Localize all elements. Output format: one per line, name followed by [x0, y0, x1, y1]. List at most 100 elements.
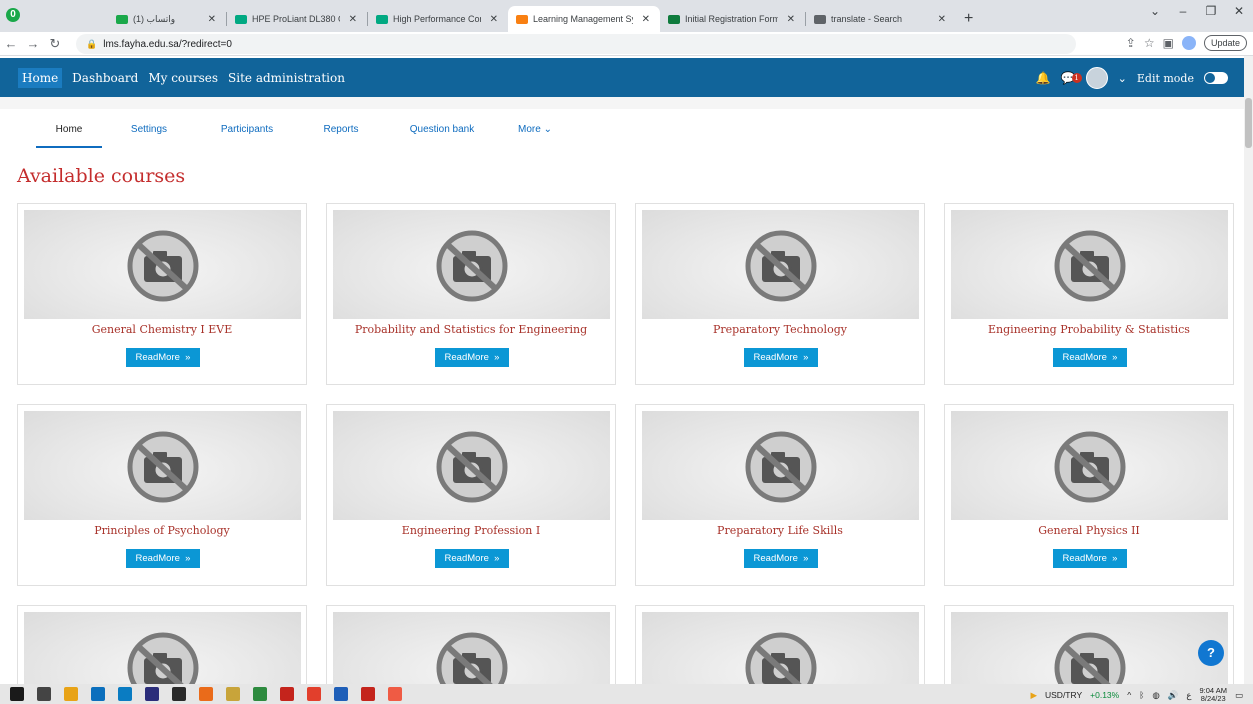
volume-icon[interactable]: 🔊 [1168, 690, 1179, 701]
course-image[interactable] [333, 210, 610, 319]
course-title[interactable]: General Chemistry I EVE [18, 323, 306, 336]
taskbar-app-icon[interactable] [199, 687, 213, 701]
back-icon[interactable]: ← [0, 36, 22, 51]
tab-close-icon[interactable]: ✕ [208, 14, 216, 25]
course-image[interactable] [24, 210, 301, 319]
ticker-icon: ▶ [1030, 689, 1037, 700]
tab-close-icon[interactable]: ✕ [349, 14, 357, 25]
course-title[interactable]: General Physics II [945, 524, 1233, 537]
taskbar-app-icon[interactable] [91, 687, 105, 701]
language-indicator[interactable]: ع [1186, 690, 1191, 701]
tab-search-icon[interactable]: ⌄ [1141, 4, 1169, 18]
course-title[interactable]: Preparatory Technology [636, 323, 924, 336]
course-title[interactable]: Principles of Psychology [18, 524, 306, 537]
read-more-button[interactable]: ReadMore » [126, 549, 200, 568]
messages-icon[interactable]: 💬 1 [1061, 71, 1082, 85]
read-more-button[interactable]: ReadMore » [744, 549, 818, 568]
read-more-button[interactable]: ReadMore » [1053, 549, 1127, 568]
read-more-button[interactable]: ReadMore » [126, 348, 200, 367]
secondary-nav-item[interactable]: Reports [298, 118, 384, 148]
browser-tab[interactable]: Initial Registration Form ✕ [660, 6, 805, 32]
nav-my-courses[interactable]: My courses [148, 71, 218, 85]
help-button[interactable]: ? [1198, 640, 1224, 666]
course-image[interactable] [24, 411, 301, 520]
close-window-icon[interactable]: ✕ [1225, 4, 1253, 18]
notification-bell-icon[interactable]: 🔔 [1036, 71, 1051, 85]
scrollbar-thumb[interactable] [1245, 98, 1252, 148]
forward-icon[interactable]: → [22, 36, 44, 51]
secondary-nav-item[interactable]: Participants [196, 118, 298, 148]
nav-dashboard[interactable]: Dashboard [72, 71, 138, 85]
url-field[interactable]: 🔒 lms.fayha.edu.sa/?redirect=0 [76, 34, 1076, 54]
course-card [944, 605, 1234, 704]
course-title[interactable]: Engineering Probability & Statistics [945, 323, 1233, 336]
ticker-label[interactable]: USD/TRY [1045, 690, 1082, 700]
network-icon[interactable]: ◍ [1152, 690, 1159, 701]
lock-icon[interactable]: 🔒 [86, 39, 97, 50]
taskbar-app-icon[interactable] [361, 687, 375, 701]
clock[interactable]: 9:04 AM 8/24/23 [1199, 687, 1227, 703]
reload-icon[interactable]: ↻ [44, 36, 66, 52]
browser-tab[interactable]: Learning Management System ✕ [508, 6, 660, 32]
tab-close-icon[interactable]: ✕ [787, 14, 795, 25]
secondary-nav-item[interactable]: More ⌄ [500, 118, 570, 148]
read-more-button[interactable]: ReadMore » [744, 348, 818, 367]
page-scrollbar[interactable] [1244, 56, 1253, 684]
update-button[interactable]: Update [1203, 35, 1247, 51]
browser-tab[interactable]: High Performance Computing | H ✕ [368, 6, 508, 32]
user-menu-chevron-icon[interactable]: ⌄ [1118, 72, 1127, 85]
read-more-button[interactable]: ReadMore » [435, 549, 509, 568]
profile-avatar[interactable] [1181, 36, 1196, 50]
secondary-nav-item[interactable]: Question bank [384, 118, 500, 148]
course-image[interactable] [642, 411, 919, 520]
browser-tab[interactable]: HPE ProLiant DL380 Gen11 | HPE ✕ [227, 6, 367, 32]
taskbar-app-icon[interactable] [64, 687, 78, 701]
taskbar-app-icon[interactable] [145, 687, 159, 701]
tray-expand-icon[interactable]: ^ [1127, 690, 1131, 700]
taskbar-app-icon[interactable] [334, 687, 348, 701]
whatsapp-badge-icon[interactable]: 0 [6, 8, 20, 22]
tab-close-icon[interactable]: ✕ [642, 14, 650, 25]
course-image[interactable] [951, 210, 1228, 319]
secondary-nav-item[interactable]: Settings [102, 118, 196, 148]
taskbar-app-icon[interactable] [253, 687, 267, 701]
taskbar-app-icon[interactable] [118, 687, 132, 701]
course-image[interactable] [333, 411, 610, 520]
nav-home[interactable]: Home [18, 67, 63, 88]
edit-mode-toggle[interactable] [1204, 72, 1228, 84]
notifications-icon[interactable]: ▭ [1235, 690, 1243, 701]
browser-tab[interactable]: translate - Search ✕ [806, 6, 956, 32]
user-avatar[interactable] [1085, 67, 1108, 89]
taskbar-app-icon[interactable] [226, 687, 240, 701]
taskbar-app-icon[interactable] [37, 687, 51, 701]
taskbar-app-icon[interactable] [388, 687, 402, 701]
minimize-icon[interactable]: – [1169, 4, 1197, 18]
read-more-button[interactable]: ReadMore » [435, 348, 509, 367]
url-text: lms.fayha.edu.sa/?redirect=0 [103, 38, 232, 50]
address-bar-row: ← → ↻ 🔒 lms.fayha.edu.sa/?redirect=0 ⇪ ☆… [0, 32, 1253, 56]
nav-site-administration[interactable]: Site administration [228, 71, 345, 85]
course-title[interactable]: Preparatory Life Skills [636, 524, 924, 537]
course-image[interactable] [951, 411, 1228, 520]
course-title[interactable]: Engineering Profession I [327, 524, 615, 537]
taskbar-app-icon[interactable] [280, 687, 294, 701]
no-image-camera-icon [1054, 431, 1126, 503]
read-more-button[interactable]: ReadMore » [1053, 348, 1127, 367]
bluetooth-icon[interactable]: ᛒ [1139, 690, 1144, 700]
course-image[interactable] [642, 210, 919, 319]
secondary-nav-item[interactable]: Home [36, 118, 102, 148]
tab-close-icon[interactable]: ✕ [490, 14, 498, 25]
taskbar-app-icon[interactable] [10, 687, 24, 701]
taskbar-app-icon[interactable] [307, 687, 321, 701]
new-tab-icon[interactable]: + [956, 6, 981, 32]
side-panel-icon[interactable]: ▣ [1163, 36, 1174, 50]
course-card [326, 605, 616, 704]
course-title[interactable]: Probability and Statistics for Engineeri… [327, 323, 615, 336]
restore-icon[interactable]: ❐ [1197, 4, 1225, 18]
taskbar-app-icon[interactable] [172, 687, 186, 701]
tab-close-icon[interactable]: ✕ [938, 14, 946, 25]
secondary-nav: Home Settings Participants Reports Question … [36, 118, 570, 148]
share-icon[interactable]: ⇪ [1126, 36, 1136, 50]
browser-tab[interactable]: (1) واتساب ✕ [108, 6, 226, 32]
bookmark-star-icon[interactable]: ☆ [1144, 36, 1155, 50]
